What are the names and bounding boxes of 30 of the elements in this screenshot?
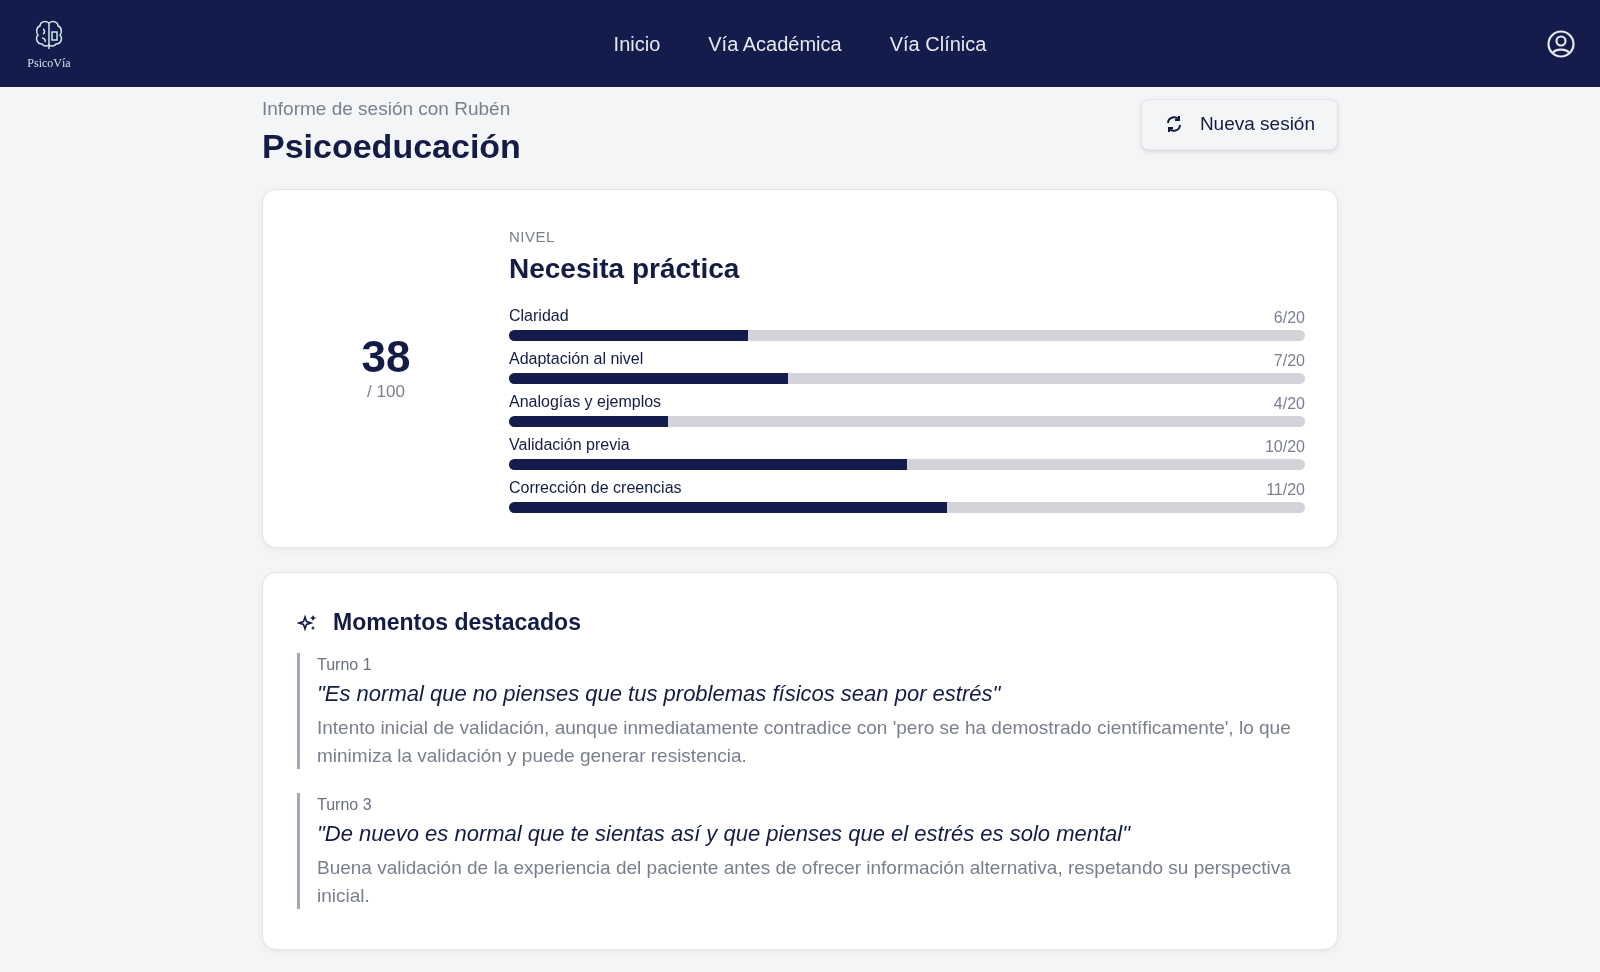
turn-label: Turno 3	[317, 795, 373, 816]
page-title: Psicoeducación	[262, 127, 521, 165]
turn-label: Turno 1	[317, 655, 373, 675]
session-subtitle: Informe de sesión con Rubén	[262, 97, 512, 121]
criterion-name: Claridad	[509, 306, 569, 327]
criterion-score: 7/20	[1273, 351, 1305, 372]
score-max: / 100	[367, 380, 405, 403]
level-name: Necesita práctica	[509, 252, 741, 287]
criterion-score: 6/20	[1273, 308, 1305, 329]
criterion-name: Validación previa	[509, 435, 630, 456]
highlight-comment: Intento inicial de validación, aunque inmediatamente contradice con 'pero se ha demostrado científicamente', lo que minimiza la validación y puede generar resistencia.	[317, 716, 1292, 768]
criterion-name: Corrección de creencias	[509, 478, 682, 499]
criterion-score: 4/20	[1273, 394, 1305, 415]
criterion-name: Adaptación al nivel	[509, 349, 644, 370]
criterion-name: Analogías y ejemplos	[509, 392, 662, 413]
criterion-score: 10/20	[1264, 437, 1305, 458]
brand-logo[interactable]: PsicoVía	[24, 18, 74, 69]
new-session-button[interactable]: Nueva sesión	[1140, 99, 1338, 150]
highlight-quote: "Es normal que no pienses que tus problemas físicos sean por estrés"	[317, 680, 1002, 708]
highlight-quote: "De nuevo es normal que te sientas así y que pienses que el estrés es solo mental"	[317, 820, 1132, 849]
section-title: Momentos destacados	[333, 609, 581, 637]
criterion-score: 11/20	[1266, 480, 1305, 501]
nav-link[interactable]: Inicio	[613, 28, 661, 59]
brand-name: PsicoVía	[27, 56, 71, 69]
score-value: 38	[361, 334, 411, 379]
nav-link[interactable]: Vía Académica	[708, 28, 842, 59]
highlight-comment: Buena validación de la experiencia del paciente antes de ofrecer información alternativa, respetando su perspectiva inicial.	[317, 856, 1292, 908]
nav-link[interactable]: Vía Clínica	[889, 28, 987, 59]
user-account-icon[interactable]	[1546, 28, 1576, 59]
level-label: NIVEL	[509, 226, 556, 247]
